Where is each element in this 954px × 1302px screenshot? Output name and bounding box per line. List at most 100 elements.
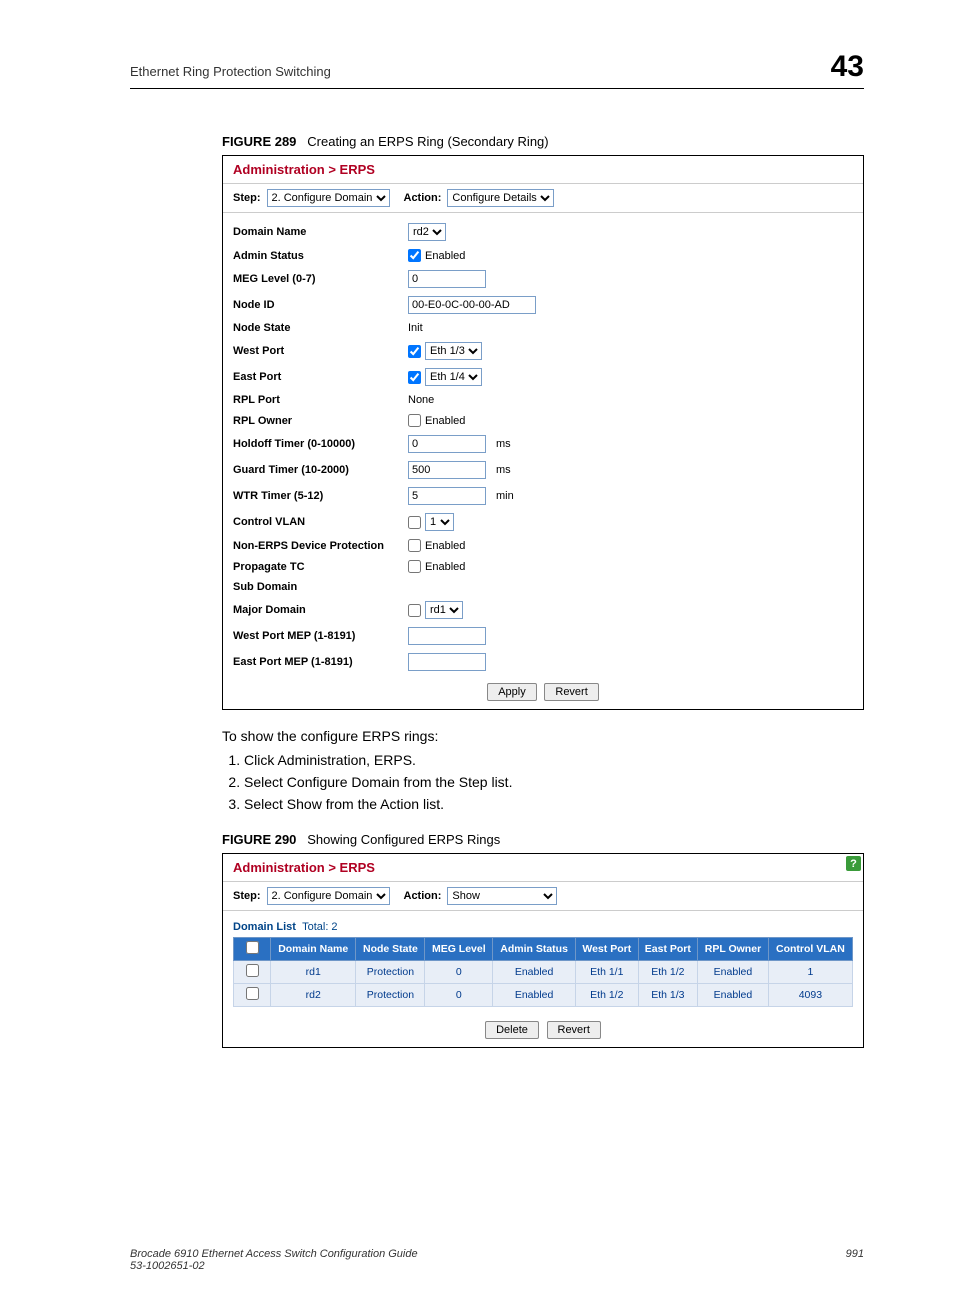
figure-289-panel: Administration > ERPS Step: 2. Configure… xyxy=(222,155,864,710)
propagate-tc-checkbox[interactable] xyxy=(408,560,421,573)
cell-admin: Enabled xyxy=(493,984,576,1007)
guard-unit: ms xyxy=(496,464,511,476)
cell-admin: Enabled xyxy=(493,961,576,984)
major-domain-checkbox[interactable] xyxy=(408,604,421,617)
step-3: Select Show from the Action list. xyxy=(244,796,864,812)
apply-button[interactable]: Apply xyxy=(487,683,537,701)
breadcrumb: Administration > ERPS xyxy=(223,156,863,183)
admin-status-label: Admin Status xyxy=(233,250,408,262)
domain-name-label: Domain Name xyxy=(233,226,408,238)
figure-289-button-row: Apply Revert xyxy=(223,675,863,709)
domain-table: Domain Name Node State MEG Level Admin S… xyxy=(233,937,853,1007)
figure-290-panel: ? Administration > ERPS Step: 2. Configu… xyxy=(222,853,864,1048)
control-vlan-select[interactable]: 1 xyxy=(425,513,454,531)
meg-level-input[interactable] xyxy=(408,270,486,288)
footer-left: Brocade 6910 Ethernet Access Switch Conf… xyxy=(130,1248,418,1272)
east-mep-label: East Port MEP (1-8191) xyxy=(233,656,408,668)
cell-rpl: Enabled xyxy=(698,984,769,1007)
cell-vlan: 4093 xyxy=(768,984,852,1007)
col-control-vlan: Control VLAN xyxy=(768,938,852,961)
domain-list-header: Domain List Total: 2 xyxy=(223,917,863,937)
control-vlan-checkbox[interactable] xyxy=(408,516,421,529)
west-mep-label: West Port MEP (1-8191) xyxy=(233,630,408,642)
header-chapter-number: 43 xyxy=(831,50,864,84)
select-all-checkbox[interactable] xyxy=(246,941,259,954)
holdoff-unit: ms xyxy=(496,438,511,450)
holdoff-label: Holdoff Timer (0-10000) xyxy=(233,438,408,450)
col-admin-status: Admin Status xyxy=(493,938,576,961)
steps-list: Click Administration, ERPS. Select Confi… xyxy=(222,752,864,812)
east-port-checkbox[interactable] xyxy=(408,371,421,384)
col-node-state: Node State xyxy=(356,938,425,961)
cell-east: Eth 1/2 xyxy=(638,961,698,984)
table-row: rd1 Protection 0 Enabled Eth 1/1 Eth 1/2… xyxy=(234,961,853,984)
meg-level-label: MEG Level (0-7) xyxy=(233,273,408,285)
col-meg-level: MEG Level xyxy=(425,938,493,961)
wtr-input[interactable] xyxy=(408,487,486,505)
non-erps-checkbox[interactable] xyxy=(408,539,421,552)
rpl-port-value: None xyxy=(408,394,434,406)
major-domain-select[interactable]: rd1 xyxy=(425,601,463,619)
cell-state: Protection xyxy=(356,984,425,1007)
wtr-unit: min xyxy=(496,490,514,502)
figure-289-caption: FIGURE 289 Creating an ERPS Ring (Second… xyxy=(222,134,864,149)
toolbar-row-2: Step: 2. Configure Domain Action: Show xyxy=(223,881,863,911)
revert-button[interactable]: Revert xyxy=(544,683,598,701)
figure-290-label: FIGURE 290 xyxy=(222,832,296,847)
guard-input[interactable] xyxy=(408,461,486,479)
figure-290-text: Showing Configured ERPS Rings xyxy=(307,832,500,847)
footer-page-number: 991 xyxy=(846,1248,864,1272)
footer-guide-title: Brocade 6910 Ethernet Access Switch Conf… xyxy=(130,1248,418,1260)
cell-meg: 0 xyxy=(425,961,493,984)
admin-status-enabled-text: Enabled xyxy=(425,250,465,262)
col-domain-name: Domain Name xyxy=(271,938,356,961)
east-port-select[interactable]: Eth 1/4 xyxy=(425,368,482,386)
major-domain-label: Major Domain xyxy=(233,604,408,616)
guard-label: Guard Timer (10-2000) xyxy=(233,464,408,476)
control-vlan-label: Control VLAN xyxy=(233,516,408,528)
action-select-2[interactable]: Show xyxy=(447,887,557,905)
revert-button-2[interactable]: Revert xyxy=(547,1021,601,1039)
help-icon[interactable]: ? xyxy=(846,856,861,871)
rpl-owner-checkbox[interactable] xyxy=(408,414,421,427)
step-label: Step: xyxy=(233,192,261,204)
west-port-checkbox[interactable] xyxy=(408,345,421,358)
domain-name-select[interactable]: rd2 xyxy=(408,223,446,241)
node-id-input[interactable] xyxy=(408,296,536,314)
col-rpl-owner: RPL Owner xyxy=(698,938,769,961)
page-header: Ethernet Ring Protection Switching 43 xyxy=(130,50,864,89)
west-port-select[interactable]: Eth 1/3 xyxy=(425,342,482,360)
west-mep-input[interactable] xyxy=(408,627,486,645)
breadcrumb: Administration > ERPS xyxy=(223,854,863,881)
east-mep-input[interactable] xyxy=(408,653,486,671)
action-select[interactable]: Configure Details xyxy=(447,189,554,207)
row-checkbox[interactable] xyxy=(246,987,259,1000)
col-west-port: West Port xyxy=(576,938,639,961)
cell-east: Eth 1/3 xyxy=(638,984,698,1007)
step-select-2[interactable]: 2. Configure Domain xyxy=(267,887,390,905)
row-checkbox[interactable] xyxy=(246,964,259,977)
intro-text: To show the configure ERPS rings: xyxy=(222,728,864,744)
cell-rpl: Enabled xyxy=(698,961,769,984)
non-erps-enabled-text: Enabled xyxy=(425,540,465,552)
cell-vlan: 1 xyxy=(768,961,852,984)
action-label: Action: xyxy=(404,192,442,204)
cell-meg: 0 xyxy=(425,984,493,1007)
cell-west: Eth 1/2 xyxy=(576,984,639,1007)
rpl-owner-label: RPL Owner xyxy=(233,415,408,427)
node-state-label: Node State xyxy=(233,322,408,334)
holdoff-input[interactable] xyxy=(408,435,486,453)
table-row: rd2 Protection 0 Enabled Eth 1/2 Eth 1/3… xyxy=(234,984,853,1007)
delete-button[interactable]: Delete xyxy=(485,1021,539,1039)
cell-domain: rd1 xyxy=(271,961,356,984)
step-2: Select Configure Domain from the Step li… xyxy=(244,774,864,790)
action-label-2: Action: xyxy=(404,890,442,902)
step-select[interactable]: 2. Configure Domain xyxy=(267,189,390,207)
cell-state: Protection xyxy=(356,961,425,984)
admin-status-checkbox[interactable] xyxy=(408,249,421,262)
node-id-label: Node ID xyxy=(233,299,408,311)
sub-domain-label: Sub Domain xyxy=(233,581,408,593)
header-section-title: Ethernet Ring Protection Switching xyxy=(130,64,331,79)
rpl-port-label: RPL Port xyxy=(233,394,408,406)
domain-list-label: Domain List xyxy=(233,921,296,933)
